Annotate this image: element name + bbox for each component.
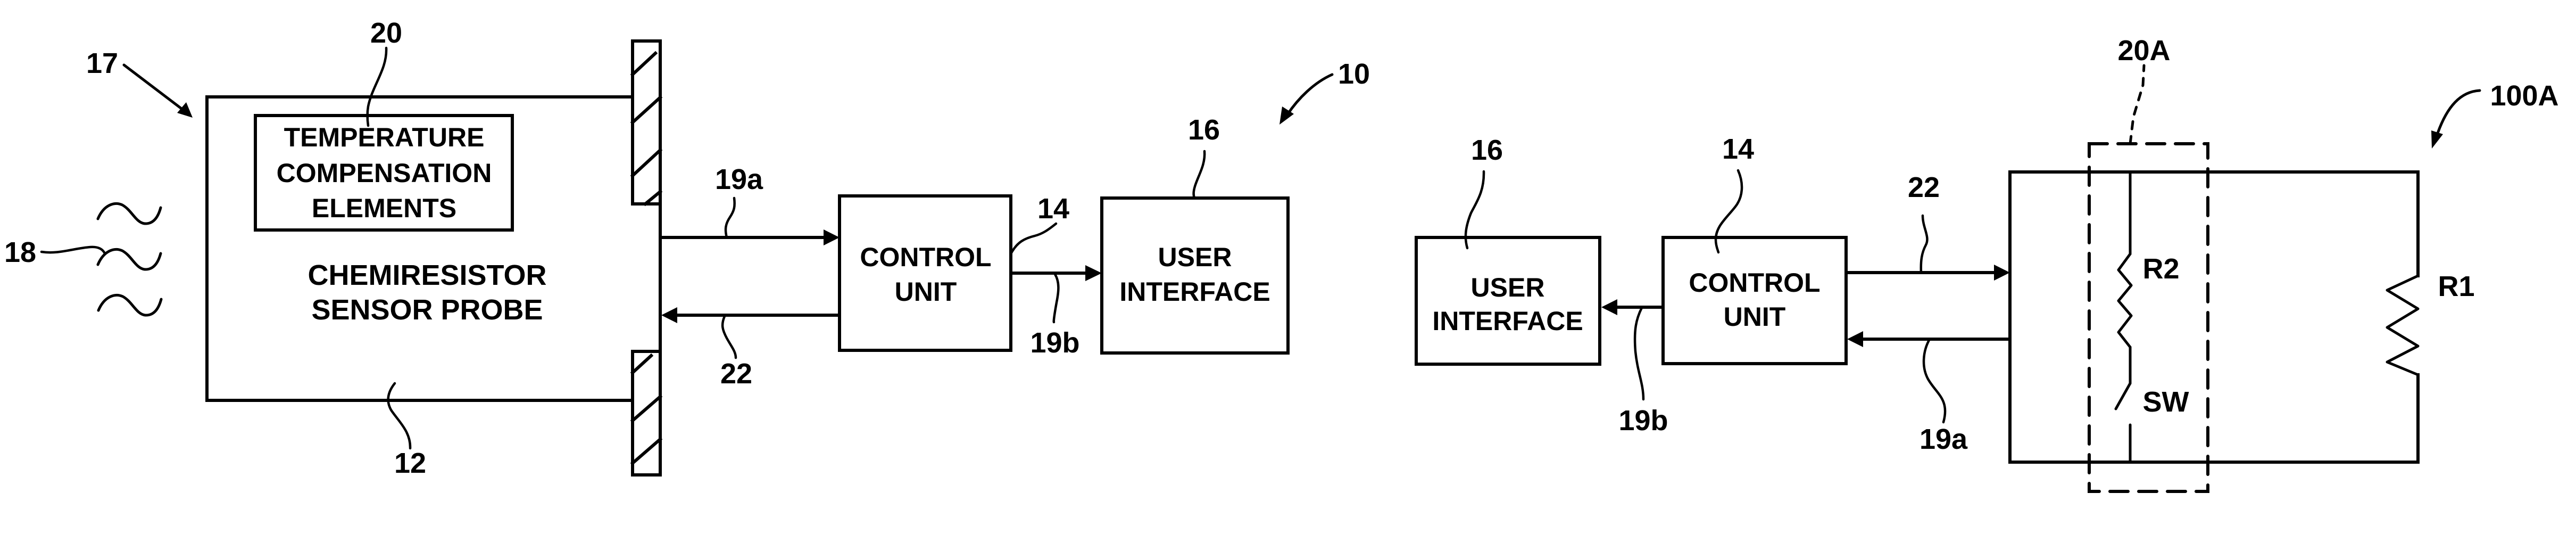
label-sw: SW [2143,386,2189,418]
ref-label-16-right: 16 [1471,134,1503,166]
ref-label-17: 17 [86,47,118,79]
control-unit-2-line1: CONTROL [1689,268,1820,298]
leader-line-18 [40,245,106,255]
leader-line-12 [387,382,412,450]
ref-label-10: 10 [1338,58,1370,90]
upper-hatched-wall [631,39,662,206]
ref-label-16: 16 [1188,114,1220,146]
signal-19b-arrowhead-right [1601,299,1617,315]
control-unit-box-2 [1661,236,1848,365]
patent-figure: CHEMIRESISTOR SENSOR PROBE TEMPERATURE C… [4,17,2559,493]
leader-line-22 [721,315,737,359]
leader-line-19b [1052,273,1060,324]
user-interface-2-line1: USER [1471,273,1545,302]
leader-line-16 [1192,150,1206,200]
control-unit-2-line2: UNIT [1724,302,1786,332]
ref-label-19b: 19b [1030,327,1079,359]
label-r1: R1 [2438,270,2474,302]
wave-icon [96,202,162,225]
switch-blade [2114,382,2132,410]
user-interface-line1: USER [1158,242,1232,272]
control-unit-line1: CONTROL [860,242,991,272]
leader-line-22-right [1919,214,1929,274]
compensation-block-dashed-outline [2088,142,2209,493]
temperature-line3: ELEMENTS [312,193,456,223]
user-interface-box [1100,196,1290,355]
control-unit-block: CONTROL UNIT [838,194,1012,352]
ref-label-22-right: 22 [1908,171,1940,203]
ref-label-20: 20 [370,17,402,49]
figure-left: CHEMIRESISTOR SENSOR PROBE TEMPERATURE C… [4,17,1370,479]
circuit-bottom-wire [2008,170,2420,464]
temperature-line1: TEMPERATURE [284,122,485,152]
signal-19b-arrowhead [1085,265,1102,281]
circuit-top-wire [2008,170,2420,277]
leader-line-14 [1010,222,1058,254]
housing-wall [630,39,663,477]
leader-line-20a [2129,64,2146,145]
ref-label-14-right: 14 [1722,133,1754,165]
arrow-100a-head [2431,130,2443,149]
signal-22-arrowhead [661,307,677,323]
resistor-r2 [2117,252,2133,349]
arrow-17-head [177,102,193,118]
ref-label-18: 18 [4,236,36,268]
control-unit-line2: UNIT [895,277,957,307]
ref-label-19b-right: 19b [1618,405,1668,437]
temperature-line2: COMPENSATION [277,158,492,188]
ref-label-22: 22 [720,358,752,390]
ref-label-14: 14 [1037,193,1069,225]
compensation-circuit: R1 R2 SW [2008,170,2475,464]
analyte-waves [96,202,163,317]
user-interface-line2: INTERFACE [1119,277,1270,307]
signal-22-arrowhead-right [1994,265,2010,281]
wave-icon [96,248,162,271]
arrow-17-shaft [122,63,185,112]
ref-label-20a: 20A [2117,35,2170,67]
ref-label-19a: 19a [715,163,763,195]
arrow-100a-shaft [2436,89,2481,135]
user-interface-block-2: USER INTERFACE [1415,236,1601,366]
ref-label-100a: 100A [2490,80,2558,112]
resistor-r1 [2386,274,2420,376]
user-interface-2-line2: INTERFACE [1432,306,1583,336]
figure-right: USER INTERFACE 16 19b CONTROL UNIT 14 22… [1415,35,2559,493]
temperature-compensation-block: TEMPERATURE COMPENSATION ELEMENTS [254,114,514,232]
user-interface-block: USER INTERFACE [1100,196,1290,355]
ref-label-12: 12 [394,447,426,479]
arrow-10-shaft [1286,73,1334,116]
ref-label-19a-right: 19a [1919,423,1968,455]
probe-title-line2: SENSOR PROBE [311,294,543,326]
wave-icon [97,293,163,317]
leader-line-14-right [1714,169,1743,254]
control-unit-block-2: CONTROL UNIT [1661,236,1848,365]
leader-line-19a-right [1922,338,1947,424]
label-r2: R2 [2142,253,2179,285]
signal-19a-arrowhead [824,229,840,245]
control-unit-box [838,194,1012,352]
probe-title-line1: CHEMIRESISTOR [308,259,546,291]
leader-line-19b-right [1633,306,1645,401]
leader-line-19a [724,196,736,239]
signal-19a-arrowhead-right [1847,331,1863,347]
